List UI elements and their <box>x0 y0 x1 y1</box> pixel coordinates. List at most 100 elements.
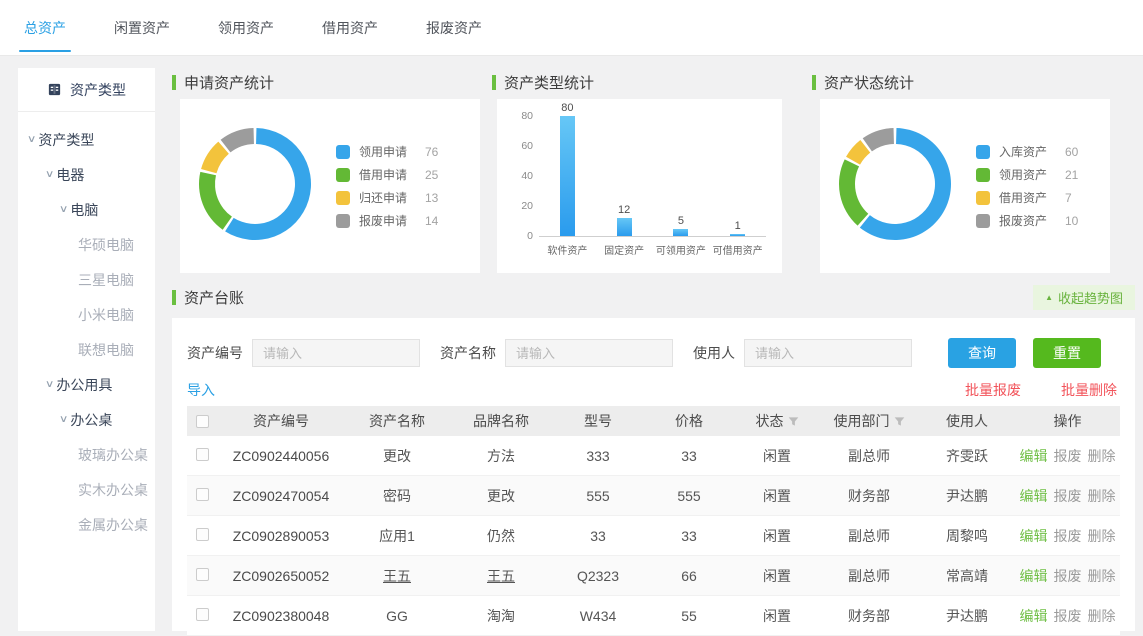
legend-row: 领用资产21 <box>976 166 1078 183</box>
row-checkbox[interactable] <box>196 608 209 621</box>
filter-icon[interactable] <box>788 416 799 427</box>
cell-status: 闲置 <box>735 606 819 626</box>
collapse-trend-button[interactable]: ▲ 收起趋势图 <box>1033 285 1135 310</box>
edit-link[interactable]: 编辑 <box>1020 486 1048 506</box>
cell-model: 555 <box>553 488 643 504</box>
select-all-checkbox[interactable] <box>196 415 209 428</box>
bar-column: 5 <box>653 215 710 237</box>
delete-link[interactable]: 删除 <box>1088 566 1116 586</box>
tree-item[interactable]: ∨电器 <box>18 157 155 192</box>
chevron-down-icon: ∨ <box>27 134 37 145</box>
legend-row: 领用申请76 <box>336 143 438 160</box>
row-checkbox[interactable] <box>196 448 209 461</box>
x-axis-label: 可借用资产 <box>709 242 766 257</box>
delete-link[interactable]: 删除 <box>1088 486 1116 506</box>
delete-link[interactable]: 删除 <box>1088 526 1116 546</box>
scrap-link[interactable]: 报废 <box>1054 606 1082 626</box>
tab-1[interactable]: 闲置资产 <box>112 0 172 55</box>
legend-label: 归还申请 <box>359 189 425 206</box>
x-axis-label: 可领用资产 <box>653 242 710 257</box>
edit-link[interactable]: 编辑 <box>1020 526 1048 546</box>
table-row: ZC0902470054密码更改555555闲置财务部尹达鹏编辑报废删除 <box>187 476 1120 516</box>
bar-value-label: 12 <box>618 204 630 216</box>
filter-input-2[interactable] <box>744 339 912 367</box>
edit-link[interactable]: 编辑 <box>1020 566 1048 586</box>
import-link[interactable]: 导入 <box>187 380 215 400</box>
search-button[interactable]: 查询 <box>948 338 1016 368</box>
tab-4[interactable]: 报废资产 <box>424 0 484 55</box>
filter-label-2: 使用人 <box>693 343 735 363</box>
bar-固定资产 <box>617 218 632 236</box>
batch-links: 批量报废 批量删除 <box>965 380 1117 400</box>
y-axis-tick: 0 <box>509 230 533 242</box>
filter-label-1: 资产名称 <box>440 343 496 363</box>
table-row: ZC0902650052王五王五Q232366闲置副总师常高靖编辑报废删除 <box>187 556 1120 596</box>
filter-icon[interactable] <box>894 416 905 427</box>
cell-status: 闲置 <box>735 486 819 506</box>
title-accent-bar <box>812 75 816 90</box>
row-checkbox[interactable] <box>196 488 209 501</box>
tree-item[interactable]: 小米电脑 <box>18 297 155 332</box>
batch-delete-link[interactable]: 批量删除 <box>1061 380 1117 400</box>
tree-item[interactable]: 联想电脑 <box>18 332 155 367</box>
tree-item-label: 联想电脑 <box>78 340 134 360</box>
row-checkbox[interactable] <box>196 568 209 581</box>
edit-link[interactable]: 编辑 <box>1020 446 1048 466</box>
y-axis-tick: 60 <box>509 140 533 152</box>
cell-department: 副总师 <box>819 566 919 586</box>
column-header-操作: 操作 <box>1015 411 1120 431</box>
tab-2[interactable]: 领用资产 <box>216 0 276 55</box>
cell-price: 33 <box>643 528 735 544</box>
section-title-apply-stats: 申请资产统计 <box>172 73 274 91</box>
filter-input-0[interactable] <box>252 339 420 367</box>
column-header-label: 使用人 <box>946 411 988 431</box>
cell-model: Q2323 <box>553 568 643 584</box>
tree-item[interactable]: 三星电脑 <box>18 262 155 297</box>
scrap-link[interactable]: 报废 <box>1054 526 1082 546</box>
tree-item[interactable]: 玻璃办公桌 <box>18 437 155 472</box>
cell-department: 副总师 <box>819 446 919 466</box>
table-row: ZC0902380048GG淘淘W43455闲置财务部尹达鹏编辑报废删除 <box>187 596 1120 636</box>
legend-value: 13 <box>425 191 438 205</box>
tree-item[interactable]: 华硕电脑 <box>18 227 155 262</box>
legend-row: 报废申请14 <box>336 212 438 229</box>
delete-link[interactable]: 删除 <box>1088 446 1116 466</box>
row-checkbox-cell <box>187 528 217 544</box>
batch-scrap-link[interactable]: 批量报废 <box>965 380 1021 400</box>
legend-swatch <box>336 145 350 159</box>
scrap-link[interactable]: 报废 <box>1054 566 1082 586</box>
legend-value: 60 <box>1065 145 1078 159</box>
chevron-down-icon: ∨ <box>59 204 69 215</box>
type-stats-card: 020406080801251 软件资产固定资产可领用资产可借用资产 <box>497 99 782 273</box>
scrap-link[interactable]: 报废 <box>1054 446 1082 466</box>
filter-bar: 资产编号资产名称使用人查询重置 <box>187 338 1120 368</box>
chevron-down-icon: ∨ <box>45 379 55 390</box>
tree-item-label: 电器 <box>56 165 84 185</box>
column-header-label: 价格 <box>675 411 703 431</box>
tree-item[interactable]: ∨办公桌 <box>18 402 155 437</box>
tree-item[interactable]: 实木办公桌 <box>18 472 155 507</box>
tree-item[interactable]: ∨电脑 <box>18 192 155 227</box>
row-checkbox[interactable] <box>196 528 209 541</box>
tree-item[interactable]: ∨办公用具 <box>18 367 155 402</box>
column-header-label: 状态 <box>756 411 784 431</box>
cell-actions: 编辑报废删除 <box>1015 486 1120 506</box>
legend-swatch <box>976 168 990 182</box>
filter-input-1[interactable] <box>505 339 673 367</box>
reset-button[interactable]: 重置 <box>1033 338 1101 368</box>
title-accent-bar <box>172 75 176 90</box>
tree-item-label: 三星电脑 <box>78 270 134 290</box>
delete-link[interactable]: 删除 <box>1088 606 1116 626</box>
edit-link[interactable]: 编辑 <box>1020 606 1048 626</box>
tab-3[interactable]: 借用资产 <box>320 0 380 55</box>
legend-row: 借用申请25 <box>336 166 438 183</box>
table-row: ZC0902890053应用1仍然3333闲置副总师周黎鸣编辑报废删除 <box>187 516 1120 556</box>
apply-donut-chart <box>190 119 320 254</box>
tab-0[interactable]: 总资产 <box>22 0 68 55</box>
scrap-link[interactable]: 报废 <box>1054 486 1082 506</box>
tree-item[interactable]: 金属办公桌 <box>18 507 155 542</box>
bar-可借用资产 <box>730 234 745 236</box>
tree-item[interactable]: ∨资产类型 <box>18 122 155 157</box>
bar-软件资产 <box>560 116 575 236</box>
asset-type-tree: ∨资产类型∨电器∨电脑华硕电脑三星电脑小米电脑联想电脑∨办公用具∨办公桌玻璃办公… <box>18 112 155 542</box>
